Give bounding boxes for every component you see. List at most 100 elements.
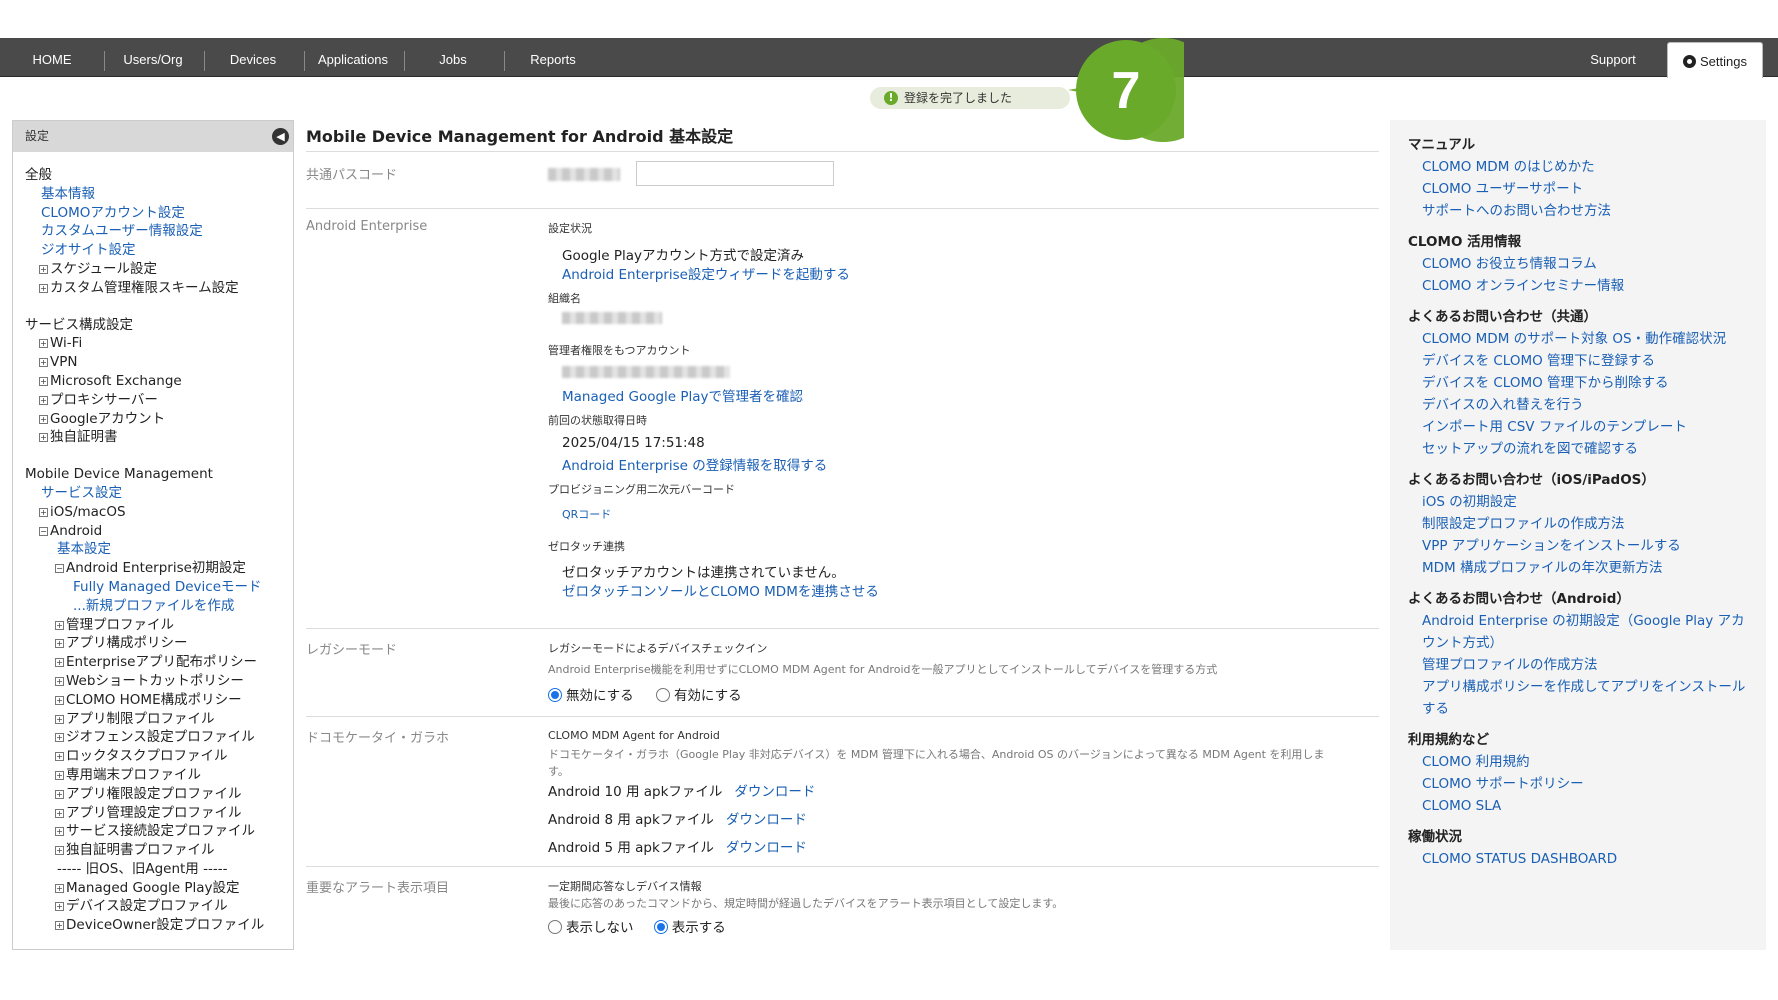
nav-reports[interactable]: Reports — [513, 38, 593, 77]
sidebar-item[interactable]: + Managed Google Play設定 — [25, 879, 293, 898]
sidebar-item[interactable]: + アプリ構成ポリシー — [25, 634, 293, 653]
help-link[interactable]: CLOMO ユーザーサポート — [1408, 178, 1748, 200]
nav-applications[interactable]: Applications — [310, 38, 396, 77]
expand-icon[interactable]: + — [39, 358, 48, 368]
nav-home[interactable]: HOME — [20, 38, 84, 77]
sidebar-item[interactable]: + ロックタスクプロファイル — [25, 747, 293, 766]
help-link[interactable]: サポートへのお問い合わせ方法 — [1408, 200, 1748, 222]
sidebar-item[interactable]: + デバイス設定プロファイル — [25, 897, 293, 916]
sidebar-item[interactable]: + 管理プロファイル — [25, 616, 293, 635]
sidebar-item[interactable]: + プロキシサーバー — [25, 391, 293, 410]
sidebar-item[interactable]: + 専用端末プロファイル — [25, 766, 293, 785]
sidebar-item[interactable]: + Webショートカットポリシー — [25, 672, 293, 691]
sidebar-item[interactable]: + CLOMO HOME構成ポリシー — [25, 691, 293, 710]
help-link[interactable]: セットアップの流れを図で確認する — [1408, 438, 1748, 460]
expand-icon[interactable]: + — [55, 827, 64, 837]
help-link[interactable]: CLOMO お役立ち情報コラム — [1408, 253, 1748, 275]
nav-jobs[interactable]: Jobs — [413, 38, 493, 77]
expand-icon[interactable]: + — [39, 433, 48, 443]
sidebar-item[interactable]: + Enterpriseアプリ配布ポリシー — [25, 653, 293, 672]
expand-icon[interactable]: + — [55, 733, 64, 743]
sidebar-item[interactable]: + ジオフェンス設定プロファイル — [25, 728, 293, 747]
radio-unselected[interactable] — [548, 920, 562, 934]
expand-icon[interactable]: + — [55, 770, 64, 780]
expand-icon[interactable]: + — [55, 695, 64, 705]
radio-selected[interactable] — [548, 688, 562, 702]
expand-icon[interactable]: + — [55, 789, 64, 799]
sidebar-link[interactable]: ...新規プロファイルを作成 — [25, 597, 293, 616]
expand-icon[interactable]: + — [39, 395, 48, 405]
help-link[interactable]: CLOMO STATUS DASHBOARD — [1408, 848, 1748, 870]
sidebar-item[interactable]: + VPN — [25, 353, 293, 372]
nav-support[interactable]: Support — [1575, 38, 1651, 77]
nav-devices[interactable]: Devices — [213, 38, 293, 77]
sidebar-link[interactable]: サービス設定 — [25, 484, 293, 503]
tab-settings[interactable]: Settings — [1667, 42, 1763, 78]
expand-icon[interactable]: + — [39, 283, 48, 293]
collapse-icon[interactable]: − — [39, 526, 48, 536]
sidebar-item[interactable]: + iOS/macOS — [25, 503, 293, 522]
expand-icon[interactable]: + — [39, 414, 48, 424]
help-link[interactable]: デバイスを CLOMO 管理下から削除する — [1408, 372, 1748, 394]
legacy-disable-option[interactable]: 無効にする — [548, 688, 634, 704]
expand-icon[interactable]: + — [39, 376, 48, 386]
expand-icon[interactable]: + — [55, 658, 64, 668]
help-link[interactable]: CLOMO サポートポリシー — [1408, 773, 1748, 795]
expand-icon[interactable]: + — [39, 507, 48, 517]
sidebar-link[interactable]: 基本設定 — [25, 540, 293, 559]
help-link[interactable]: 管理プロファイルの作成方法 — [1408, 654, 1748, 676]
expand-icon[interactable]: + — [55, 752, 64, 762]
nav-users-org[interactable]: Users/Org — [113, 38, 193, 77]
sidebar-item[interactable]: − Android Enterprise初期設定 — [25, 559, 293, 578]
sidebar-link[interactable]: 基本情報 — [25, 185, 293, 204]
help-link[interactable]: CLOMO 利用規約 — [1408, 751, 1748, 773]
sidebar-item[interactable]: + Microsoft Exchange — [25, 372, 293, 391]
sidebar-item[interactable]: + スケジュール設定 — [25, 260, 293, 279]
fetch-registration-link[interactable]: Android Enterprise の登録情報を取得する — [562, 454, 827, 474]
sidebar-item[interactable]: + アプリ管理設定プロファイル — [25, 804, 293, 823]
sidebar-item[interactable]: + 独自証明書プロファイル — [25, 841, 293, 860]
expand-icon[interactable]: + — [39, 339, 48, 349]
collapse-sidebar-icon[interactable]: ◀ — [272, 128, 289, 145]
help-link[interactable]: デバイスの入れ替えを行う — [1408, 394, 1748, 416]
radio-selected[interactable] — [653, 920, 668, 934]
sidebar-item[interactable]: + アプリ制限プロファイル — [25, 710, 293, 729]
help-link[interactable]: CLOMO MDM のはじめかた — [1408, 156, 1748, 178]
help-link[interactable]: VPP アプリケーションをインストールする — [1408, 535, 1748, 557]
help-link[interactable]: CLOMO MDM のサポート対象 OS・動作確認状況 — [1408, 328, 1748, 350]
passcode-input[interactable] — [636, 161, 834, 186]
zero-touch-link[interactable]: ゼロタッチコンソールとCLOMO MDMを連携させる — [562, 580, 879, 600]
collapse-icon[interactable]: − — [55, 564, 64, 574]
help-link[interactable]: インポート用 CSV ファイルのテンプレート — [1408, 416, 1748, 438]
sidebar-item[interactable]: + Googleアカウント — [25, 410, 293, 429]
sidebar-link[interactable]: Fully Managed Deviceモード — [25, 578, 293, 597]
sidebar-link[interactable]: カスタムユーザー情報設定 — [25, 222, 293, 241]
sidebar-item[interactable]: + 独自証明書 — [25, 428, 293, 447]
help-link[interactable]: iOS の初期設定 — [1408, 491, 1748, 513]
help-link[interactable]: デバイスを CLOMO 管理下に登録する — [1408, 350, 1748, 372]
legacy-enable-option[interactable]: 有効にする — [655, 688, 742, 704]
sidebar-link[interactable]: CLOMOアカウント設定 — [25, 204, 293, 223]
download-android-10-link[interactable]: ダウンロード — [734, 784, 815, 800]
expand-icon[interactable]: + — [39, 264, 48, 274]
sidebar-item[interactable]: + サービス接続設定プロファイル — [25, 822, 293, 841]
download-android-8-link[interactable]: ダウンロード — [726, 812, 807, 828]
expand-icon[interactable]: + — [55, 883, 64, 893]
sidebar-item[interactable]: + Wi-Fi — [25, 334, 293, 353]
alert-hide-option[interactable]: 表示しない — [548, 920, 634, 936]
expand-icon[interactable]: + — [55, 639, 64, 649]
qr-code-link[interactable]: QRコード — [562, 506, 611, 522]
wizard-link[interactable]: Android Enterprise設定ウィザードを起動する — [562, 263, 850, 283]
expand-icon[interactable]: + — [55, 808, 64, 818]
expand-icon[interactable]: + — [55, 902, 64, 912]
sidebar-item[interactable]: − Android — [25, 522, 293, 541]
sidebar-item[interactable]: + カスタム管理権限スキーム設定 — [25, 279, 293, 298]
download-android-5-link[interactable]: ダウンロード — [726, 840, 807, 856]
help-link[interactable]: Android Enterprise の初期設定（Google Play アカウ… — [1408, 610, 1748, 654]
expand-icon[interactable]: + — [55, 846, 64, 856]
help-link[interactable]: CLOMO SLA — [1408, 795, 1748, 817]
alert-show-option[interactable]: 表示する — [653, 920, 726, 936]
expand-icon[interactable]: + — [55, 714, 64, 724]
help-link[interactable]: アプリ構成ポリシーを作成してアプリをインストールする — [1408, 676, 1748, 720]
radio-unselected[interactable] — [655, 688, 670, 702]
